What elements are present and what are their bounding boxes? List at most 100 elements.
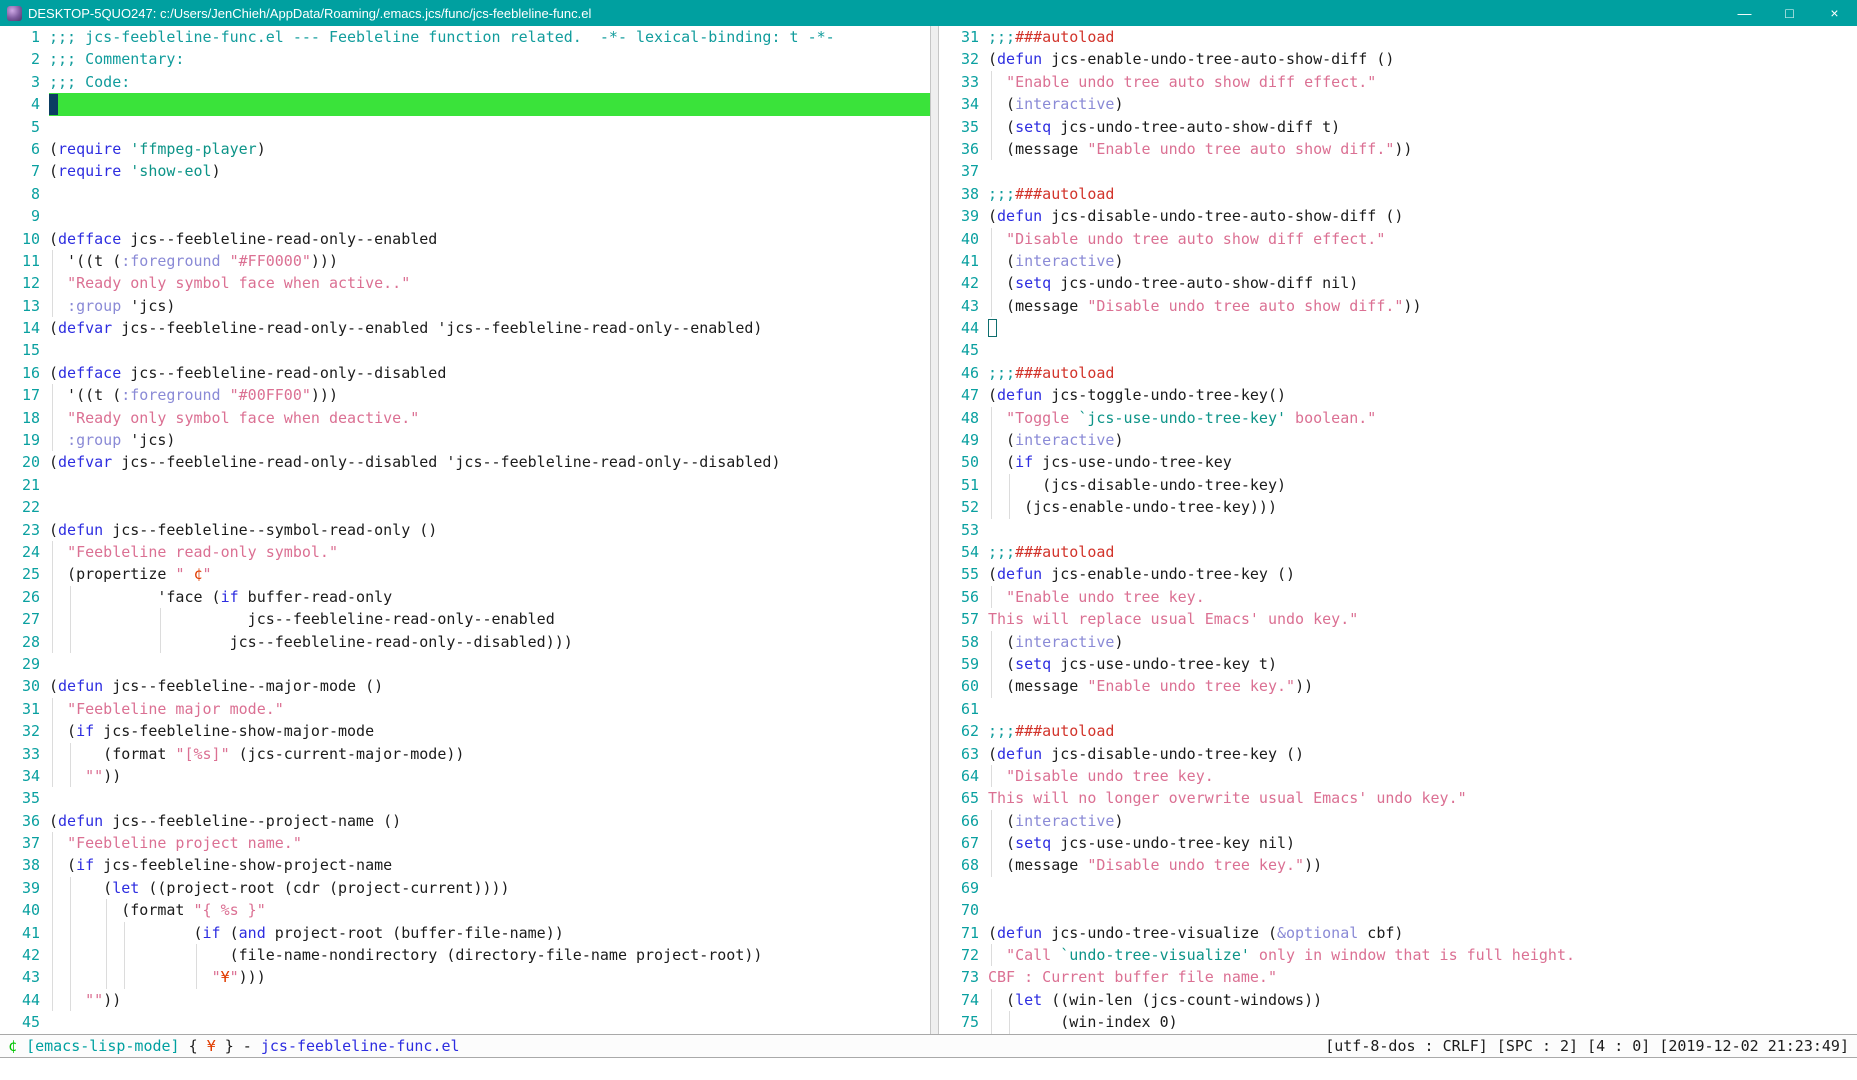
code-line[interactable]: 35 (setq jcs-undo-tree-auto-show-diff t) xyxy=(939,116,1857,138)
code-line[interactable]: 34 (interactive) xyxy=(939,93,1857,115)
code-line[interactable]: 24 "Feebleline read-only symbol." xyxy=(0,541,930,563)
code-line[interactable]: 35 xyxy=(0,787,930,809)
code-line[interactable]: 30(defun jcs--feebleline--major-mode () xyxy=(0,675,930,697)
code-line[interactable]: 38 (if jcs-feebleline-show-project-name xyxy=(0,854,930,876)
code-line[interactable]: 16(defface jcs--feebleline-read-only--di… xyxy=(0,362,930,384)
code-line[interactable]: 40 "Disable undo tree auto show diff eff… xyxy=(939,228,1857,250)
minibuffer[interactable] xyxy=(0,1058,1857,1080)
code-line[interactable]: 11 '((t (:foreground "#FF0000"))) xyxy=(0,250,930,272)
code-line[interactable]: 27 jcs--feebleline-read-only--enabled xyxy=(0,608,930,630)
code-line[interactable]: 41 (interactive) xyxy=(939,250,1857,272)
code-line[interactable]: 20(defvar jcs--feebleline-read-only--dis… xyxy=(0,451,930,473)
code-line[interactable]: 47(defun jcs-toggle-undo-tree-key() xyxy=(939,384,1857,406)
code-line[interactable]: 33 "Enable undo tree auto show diff effe… xyxy=(939,71,1857,93)
code-line[interactable]: 17 '((t (:foreground "#00FF00"))) xyxy=(0,384,930,406)
window-divider[interactable] xyxy=(930,26,939,1034)
code-line[interactable]: 60 (message "Enable undo tree key.")) xyxy=(939,675,1857,697)
code-line[interactable]: 63(defun jcs-disable-undo-tree-key () xyxy=(939,743,1857,765)
code-line[interactable]: 71(defun jcs-undo-tree-visualize (&optio… xyxy=(939,922,1857,944)
left-window[interactable]: 1;;; jcs-feebleline-func.el --- Feebleli… xyxy=(0,26,930,1034)
code-line[interactable]: 25 (propertize " ¢" xyxy=(0,563,930,585)
code-line[interactable]: 5 xyxy=(0,116,930,138)
code-line[interactable]: 58 (interactive) xyxy=(939,631,1857,653)
code-line[interactable]: 39(defun jcs-disable-undo-tree-auto-show… xyxy=(939,205,1857,227)
code-line[interactable]: 28 jcs--feebleline-read-only--disabled))… xyxy=(0,631,930,653)
code-line[interactable]: 53 xyxy=(939,519,1857,541)
minimize-button[interactable]: — xyxy=(1722,0,1767,26)
code-line[interactable]: 33 (format "[%s]" (jcs-current-major-mod… xyxy=(0,743,930,765)
code-line[interactable]: 18 "Ready only symbol face when deactive… xyxy=(0,407,930,429)
code-line[interactable]: 73CBF : Current buffer file name." xyxy=(939,966,1857,988)
code-line[interactable]: 56 "Enable undo tree key. xyxy=(939,586,1857,608)
code-line[interactable]: 68 (message "Disable undo tree key.")) xyxy=(939,854,1857,876)
code-line[interactable]: 29 xyxy=(0,653,930,675)
code-line[interactable]: 44 xyxy=(939,317,1857,339)
code-line[interactable]: 31 "Feebleline major mode." xyxy=(0,698,930,720)
maximize-button[interactable]: □ xyxy=(1767,0,1812,26)
code-line[interactable]: 36 (message "Enable undo tree auto show … xyxy=(939,138,1857,160)
code-line[interactable]: 67 (setq jcs-use-undo-tree-key nil) xyxy=(939,832,1857,854)
code-line[interactable]: 26 'face (if buffer-read-only xyxy=(0,586,930,608)
code-line[interactable]: 3;;; Code: xyxy=(0,71,930,93)
code-line[interactable]: 52 (jcs-enable-undo-tree-key))) xyxy=(939,496,1857,518)
code-line[interactable]: 34 "")) xyxy=(0,765,930,787)
code-line[interactable]: 8 xyxy=(0,183,930,205)
code-line[interactable]: 38;;;###autoload xyxy=(939,183,1857,205)
code-line[interactable]: 14(defvar jcs--feebleline-read-only--ena… xyxy=(0,317,930,339)
code-line[interactable]: 59 (setq jcs-use-undo-tree-key t) xyxy=(939,653,1857,675)
code-line[interactable]: 21 xyxy=(0,474,930,496)
code-line[interactable]: 57This will replace usual Emacs' undo ke… xyxy=(939,608,1857,630)
code-line[interactable]: 32 (if jcs-feebleline-show-major-mode xyxy=(0,720,930,742)
code-line[interactable]: 48 "Toggle `jcs-use-undo-tree-key' boole… xyxy=(939,407,1857,429)
code-line[interactable]: 42 (file-name-nondirectory (directory-fi… xyxy=(0,944,930,966)
code-text: ;;;###autoload xyxy=(988,722,1114,740)
code-line[interactable]: 54;;;###autoload xyxy=(939,541,1857,563)
code-line[interactable]: 69 xyxy=(939,877,1857,899)
code-line[interactable]: 1;;; jcs-feebleline-func.el --- Feebleli… xyxy=(0,26,930,48)
code-line[interactable]: 41 (if (and project-root (buffer-file-na… xyxy=(0,922,930,944)
code-line[interactable]: 31;;;###autoload xyxy=(939,26,1857,48)
code-line[interactable]: 64 "Disable undo tree key. xyxy=(939,765,1857,787)
code-line[interactable]: 49 (interactive) xyxy=(939,429,1857,451)
code-line[interactable]: 7(require 'show-eol) xyxy=(0,160,930,182)
code-line[interactable]: 75 (win-index 0) xyxy=(939,1011,1857,1033)
right-window[interactable]: 31;;;###autoload32(defun jcs-enable-undo… xyxy=(939,26,1857,1034)
code-line[interactable]: 2;;; Commentary: xyxy=(0,48,930,70)
close-button[interactable]: × xyxy=(1812,0,1857,26)
code-line[interactable]: 44 "")) xyxy=(0,989,930,1011)
code-line[interactable]: 4 xyxy=(0,93,930,115)
code-line[interactable]: 46;;;###autoload xyxy=(939,362,1857,384)
code-line[interactable]: 23(defun jcs--feebleline--symbol-read-on… xyxy=(0,519,930,541)
code-line[interactable]: 50 (if jcs-use-undo-tree-key xyxy=(939,451,1857,473)
code-line[interactable]: 9 xyxy=(0,205,930,227)
code-line[interactable]: 55(defun jcs-enable-undo-tree-key () xyxy=(939,563,1857,585)
code-line[interactable]: 36(defun jcs--feebleline--project-name (… xyxy=(0,810,930,832)
code-token: only in window that is full height. xyxy=(1250,946,1575,964)
code-line[interactable]: 6(require 'ffmpeg-player) xyxy=(0,138,930,160)
code-line[interactable]: 45 xyxy=(0,1011,930,1033)
code-line[interactable]: 39 (let ((project-root (cdr (project-cur… xyxy=(0,877,930,899)
code-line[interactable]: 74 (let ((win-len (jcs-count-windows)) xyxy=(939,989,1857,1011)
code-line[interactable]: 19 :group 'jcs) xyxy=(0,429,930,451)
code-line[interactable]: 13 :group 'jcs) xyxy=(0,295,930,317)
code-line[interactable]: 37 xyxy=(939,160,1857,182)
code-line[interactable]: 43 (message "Disable undo tree auto show… xyxy=(939,295,1857,317)
code-line[interactable]: 12 "Ready only symbol face when active..… xyxy=(0,272,930,294)
code-line[interactable]: 70 xyxy=(939,899,1857,921)
code-line[interactable]: 66 (interactive) xyxy=(939,810,1857,832)
code-line[interactable]: 65This will no longer overwrite usual Em… xyxy=(939,787,1857,809)
code-token: require xyxy=(58,162,121,180)
code-line[interactable]: 15 xyxy=(0,339,930,361)
code-line[interactable]: 42 (setq jcs-undo-tree-auto-show-diff ni… xyxy=(939,272,1857,294)
code-line[interactable]: 10(defface jcs--feebleline-read-only--en… xyxy=(0,228,930,250)
code-line[interactable]: 32(defun jcs-enable-undo-tree-auto-show-… xyxy=(939,48,1857,70)
code-line[interactable]: 72 "Call `undo-tree-visualize' only in w… xyxy=(939,944,1857,966)
code-line[interactable]: 62;;;###autoload xyxy=(939,720,1857,742)
code-line[interactable]: 37 "Feebleline project name." xyxy=(0,832,930,854)
code-line[interactable]: 40 (format "{ %s }" xyxy=(0,899,930,921)
code-line[interactable]: 61 xyxy=(939,698,1857,720)
code-line[interactable]: 43 "¥"))) xyxy=(0,966,930,988)
code-line[interactable]: 22 xyxy=(0,496,930,518)
code-line[interactable]: 45 xyxy=(939,339,1857,361)
code-line[interactable]: 51 (jcs-disable-undo-tree-key) xyxy=(939,474,1857,496)
